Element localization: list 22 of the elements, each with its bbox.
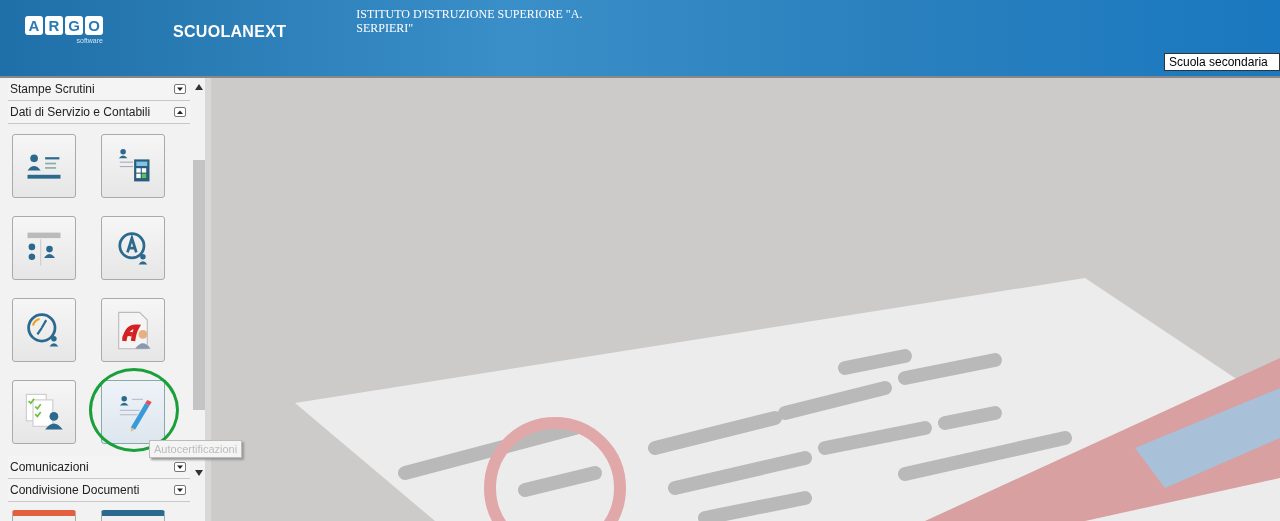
- logo-letter: G: [65, 16, 83, 35]
- collapse-icon[interactable]: [174, 107, 186, 117]
- logo-letter: A: [25, 16, 43, 35]
- menu-tile[interactable]: [101, 134, 165, 198]
- expand-icon[interactable]: [174, 462, 186, 472]
- menu-tile[interactable]: [12, 216, 76, 280]
- institute-name: ISTITUTO D'ISTRUZIONE SUPERIORE "A. SERPIERI": [356, 7, 584, 35]
- logo-letter: R: [45, 16, 63, 35]
- menu-tile[interactable]: [101, 380, 165, 444]
- logo-letter: O: [85, 16, 103, 35]
- menu-tile[interactable]: [101, 216, 165, 280]
- menu-tile[interactable]: [12, 380, 76, 444]
- scroll-up-icon[interactable]: [194, 84, 203, 90]
- school-select[interactable]: Scuola secondaria: [1164, 53, 1280, 71]
- menu-tile[interactable]: [101, 298, 165, 362]
- expand-icon[interactable]: [174, 485, 186, 495]
- scroll-down-icon[interactable]: [194, 470, 203, 476]
- expand-icon[interactable]: [174, 84, 186, 94]
- menu-tile[interactable]: [12, 298, 76, 362]
- tooltip: Autocertificazioni: [149, 440, 243, 458]
- product-name: SCUOLANEXT: [173, 23, 287, 41]
- menu-tile[interactable]: [12, 134, 76, 198]
